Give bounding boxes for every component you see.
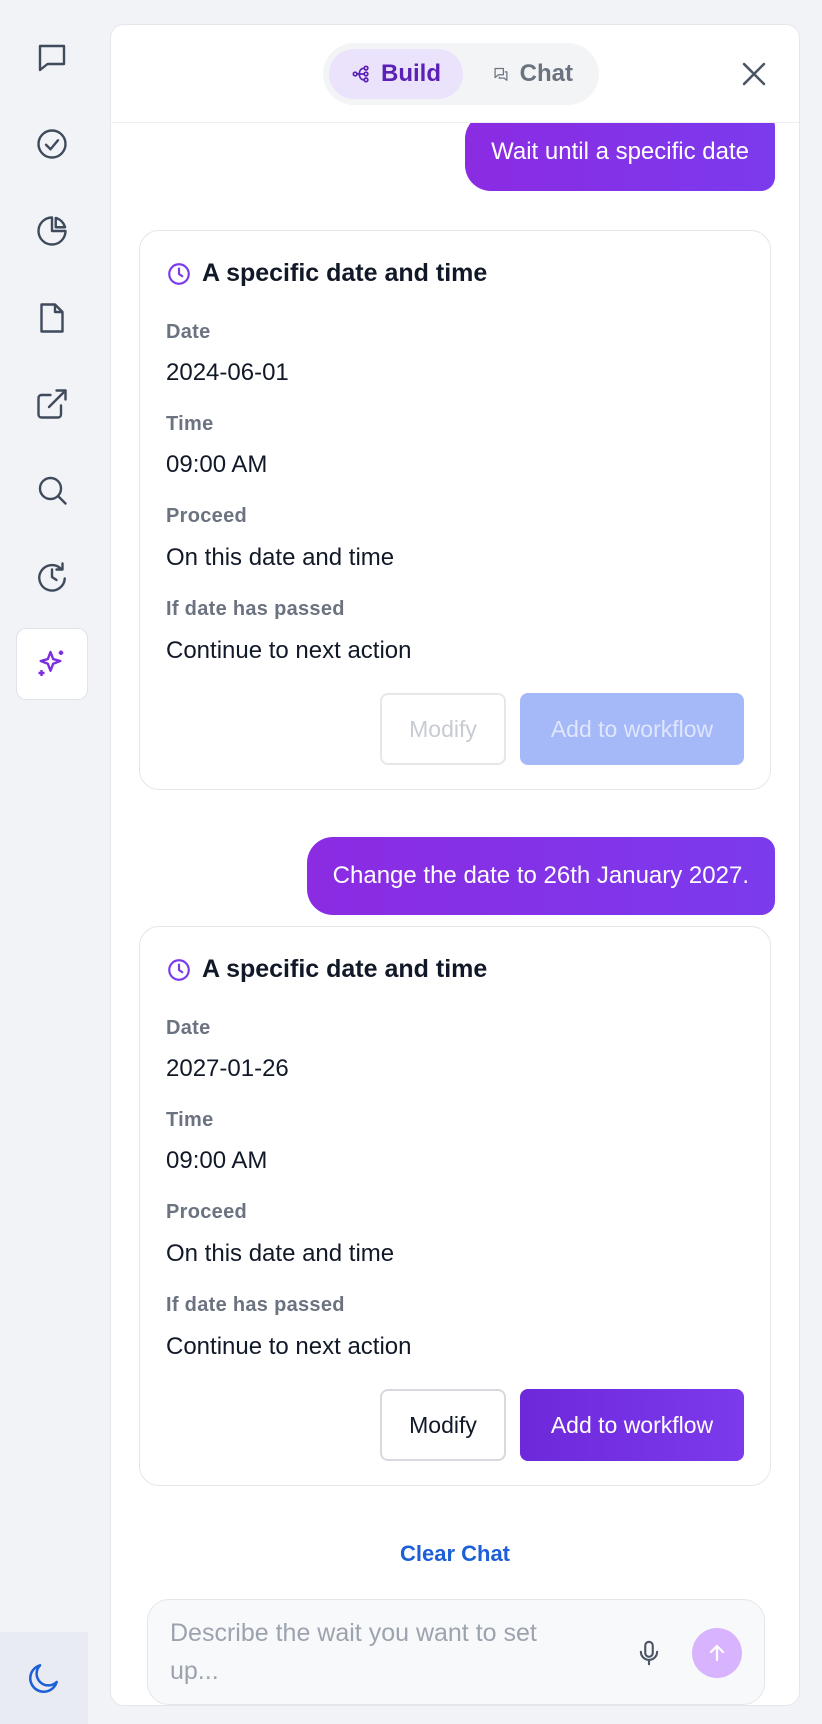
pie-chart-icon[interactable] [16,195,88,267]
tab-chat-label: Chat [519,60,573,87]
close-icon[interactable] [737,57,771,91]
proceed-value: On this date and time [166,1240,395,1267]
passed-value: Continue to next action [166,637,412,664]
modify-button[interactable]: Modify [380,1389,506,1461]
time-value: 09:00 AM [166,1147,268,1174]
time-label: Time [166,413,214,435]
send-button[interactable] [692,1628,742,1678]
sparkles-icon[interactable] [16,628,88,700]
proceed-label: Proceed [166,505,248,527]
panel-header: Build Chat [111,25,799,123]
tab-build-label: Build [381,60,441,87]
time-label: Time [166,1109,214,1131]
add-to-workflow-button[interactable]: Add to workflow [520,1389,744,1461]
date-value: 2027-01-26 [166,1055,289,1082]
proceed-value: On this date and time [166,544,395,571]
document-icon[interactable] [16,282,88,354]
proceed-label: Proceed [166,1201,248,1223]
message-icon[interactable] [16,22,88,94]
clock-icon [168,262,190,285]
wait-card: A specific date and time Date 2024-06-01… [139,230,771,790]
add-to-workflow-button[interactable]: Add to workflow [520,693,744,765]
mode-toggle: Build Chat [323,43,599,105]
external-link-icon[interactable] [16,368,88,440]
modify-button[interactable]: Modify [380,693,506,765]
user-message: Change the date to 26th January 2027. [306,837,775,915]
passed-value: Continue to next action [166,1333,412,1360]
left-rail [0,0,104,1724]
card-title-text: A specific date and time [202,955,488,983]
history-icon[interactable] [16,541,88,613]
tab-chat[interactable]: Chat [471,49,595,99]
chat-bubbles-icon [494,67,508,81]
card-title-text: A specific date and time [202,259,488,287]
date-label: Date [166,1017,211,1039]
card-title: A specific date and time [166,955,487,984]
composer-input[interactable]: Describe the wait you want to set up... [170,1614,590,1690]
arrow-up-icon [709,1644,725,1662]
workflow-icon [352,65,369,83]
chat-transcript: Wait until a specific date A specific da… [111,113,799,1573]
tab-build[interactable]: Build [329,49,463,99]
check-circle-icon[interactable] [16,108,88,180]
date-label: Date [166,321,211,343]
time-value: 09:00 AM [166,451,268,478]
date-value: 2024-06-01 [166,359,289,386]
microphone-icon[interactable] [634,1638,664,1668]
search-icon[interactable] [16,454,88,526]
clear-chat-link[interactable]: Clear Chat [111,1541,799,1567]
wait-card: A specific date and time Date 2027-01-26… [139,926,771,1486]
moon-icon[interactable] [0,1632,88,1724]
card-title: A specific date and time [166,259,487,288]
passed-label: If date has passed [166,598,345,620]
user-message: Wait until a specific date [465,113,775,191]
clock-icon [168,958,190,981]
assistant-panel: Build Chat Wait until a specific date A … [110,24,800,1706]
message-composer[interactable]: Describe the wait you want to set up... [147,1599,765,1705]
passed-label: If date has passed [166,1294,345,1316]
